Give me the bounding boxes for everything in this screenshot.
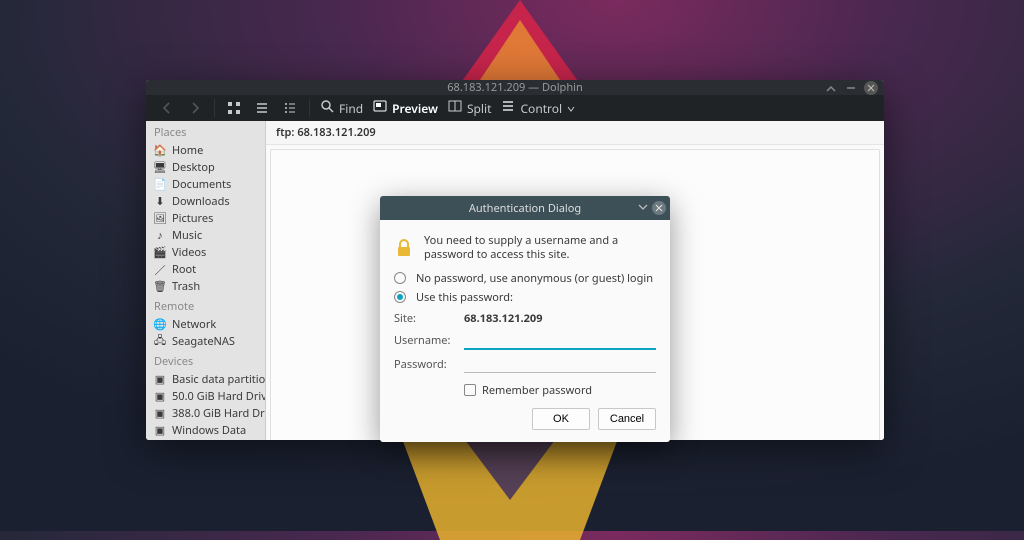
dialog-title: Authentication Dialog <box>469 201 581 216</box>
dialog-collapse-button[interactable] <box>638 201 648 216</box>
location-bar[interactable]: ftp: 68.183.121.209 <box>266 121 884 145</box>
toolbar-separator <box>214 99 215 117</box>
split-label: Split <box>467 100 492 117</box>
lock-icon <box>394 238 414 258</box>
devices-header: Devices <box>146 350 265 371</box>
devices-item-windows-data[interactable]: ▣Windows Data <box>146 422 265 439</box>
devices-item-basic-data[interactable]: ▣Basic data partition <box>146 371 265 388</box>
toolbar-separator <box>309 99 310 117</box>
window-title: 68.183.121.209 — Dolphin <box>447 80 583 95</box>
places-item-pictures[interactable]: 🖼Pictures <box>146 210 265 227</box>
window-minimize-button[interactable] <box>824 81 838 95</box>
toolbar: Find Preview Split Control <box>146 95 884 121</box>
window-maximize-button[interactable] <box>844 81 858 95</box>
preview-label: Preview <box>392 100 438 117</box>
desktop-icon: 🖥 <box>154 162 166 174</box>
music-icon: ♪ <box>154 230 166 242</box>
menu-icon <box>501 99 515 117</box>
places-item-trash[interactable]: 🗑Trash <box>146 278 265 295</box>
preview-button[interactable]: Preview <box>369 95 442 121</box>
pictures-icon: 🖼 <box>154 213 166 225</box>
site-value: 68.183.121.209 <box>464 311 656 326</box>
drive-icon: ▣ <box>154 425 166 437</box>
nav-forward-button[interactable] <box>182 95 208 121</box>
dialog-info-text: You need to supply a username and a pass… <box>424 234 656 263</box>
dialog-close-button[interactable] <box>652 201 666 215</box>
password-label: Password: <box>394 357 456 372</box>
dialog-titlebar: Authentication Dialog <box>380 196 670 220</box>
places-item-root[interactable]: ／Root <box>146 261 265 278</box>
window-titlebar: 68.183.121.209 — Dolphin <box>146 80 884 95</box>
ok-button[interactable]: OK <box>532 408 590 430</box>
nav-back-button[interactable] <box>154 95 180 121</box>
split-button[interactable]: Split <box>444 95 496 121</box>
site-label: Site: <box>394 311 456 326</box>
drive-icon: ▣ <box>154 408 166 420</box>
devices-item-linux-data[interactable]: ▣Linux Data <box>146 439 265 440</box>
preview-icon <box>373 99 387 117</box>
view-icons-button[interactable] <box>221 95 247 121</box>
window-close-button[interactable] <box>864 81 878 95</box>
places-item-downloads[interactable]: ⬇Downloads <box>146 193 265 210</box>
remote-item-seagatenas[interactable]: 🖧SeagateNAS <box>146 333 265 350</box>
drive-icon: ▣ <box>154 391 166 403</box>
remember-password-label: Remember password <box>482 383 592 398</box>
trash-icon: 🗑 <box>154 281 166 293</box>
location-text: ftp: 68.183.121.209 <box>276 125 376 140</box>
home-icon: 🏠 <box>154 145 166 157</box>
root-icon: ／ <box>154 264 166 276</box>
devices-item-50gib[interactable]: ▣50.0 GiB Hard Drive <box>146 388 265 405</box>
chevron-down-icon <box>567 100 575 117</box>
places-item-desktop[interactable]: 🖥Desktop <box>146 159 265 176</box>
username-label: Username: <box>394 333 456 348</box>
places-header: Places <box>146 121 265 142</box>
places-item-music[interactable]: ♪Music <box>146 227 265 244</box>
places-item-documents[interactable]: 📄Documents <box>146 176 265 193</box>
split-icon <box>448 99 462 117</box>
cancel-button[interactable]: Cancel <box>598 408 656 430</box>
view-compact-button[interactable] <box>249 95 275 121</box>
network-icon: 🌐 <box>154 319 166 331</box>
remote-header: Remote <box>146 295 265 316</box>
username-input[interactable] <box>464 332 656 350</box>
view-details-button[interactable] <box>277 95 303 121</box>
downloads-icon: ⬇ <box>154 196 166 208</box>
places-item-home[interactable]: 🏠Home <box>146 142 265 159</box>
radio-use-password-label: Use this password: <box>416 290 513 305</box>
places-item-videos[interactable]: 🎬Videos <box>146 244 265 261</box>
find-label: Find <box>339 100 363 117</box>
remember-password-checkbox[interactable] <box>464 384 476 396</box>
find-button[interactable]: Find <box>316 95 367 121</box>
radio-anonymous[interactable] <box>394 272 406 284</box>
control-label: Control <box>520 100 562 117</box>
places-panel: Places 🏠Home 🖥Desktop 📄Documents ⬇Downlo… <box>146 121 266 440</box>
remote-item-network[interactable]: 🌐Network <box>146 316 265 333</box>
radio-use-password[interactable] <box>394 291 406 303</box>
nas-icon: 🖧 <box>154 336 166 348</box>
authentication-dialog: Authentication Dialog You need to supply… <box>380 196 670 442</box>
documents-icon: 📄 <box>154 179 166 191</box>
partition-icon: ▣ <box>154 374 166 386</box>
radio-anonymous-label: No password, use anonymous (or guest) lo… <box>416 271 653 286</box>
devices-item-388gib[interactable]: ▣388.0 GiB Hard Drive <box>146 405 265 422</box>
password-input[interactable] <box>464 356 656 373</box>
videos-icon: 🎬 <box>154 247 166 259</box>
control-button[interactable]: Control <box>497 95 579 121</box>
search-icon <box>320 99 334 117</box>
